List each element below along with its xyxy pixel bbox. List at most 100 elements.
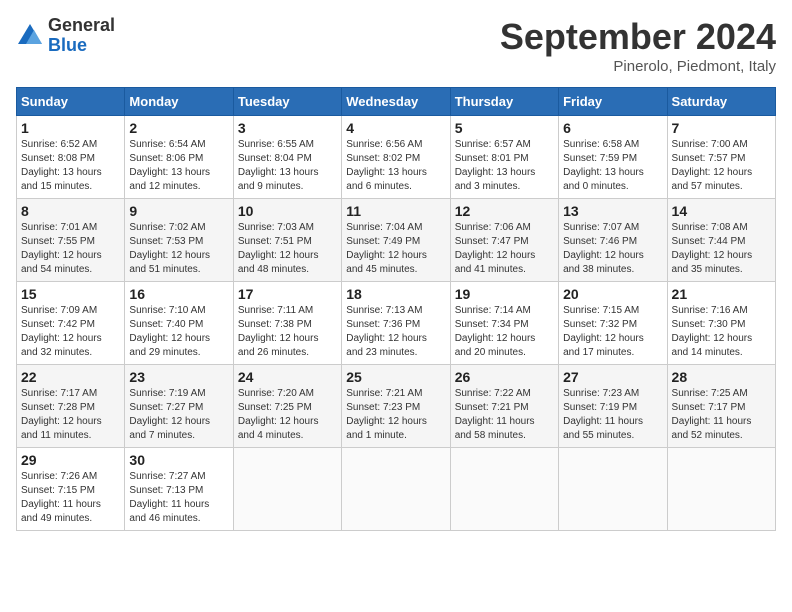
- day-number: 29: [21, 452, 120, 468]
- calendar-cell: 3 Sunrise: 6:55 AM Sunset: 8:04 PM Daylig…: [233, 116, 341, 199]
- calendar-cell: [667, 448, 775, 531]
- day-number: 7: [672, 120, 771, 136]
- day-info: Sunrise: 6:56 AM Sunset: 8:02 PM Dayligh…: [346, 138, 445, 194]
- calendar-table: SundayMondayTuesdayWednesdayThursdayFrid…: [16, 87, 776, 531]
- weekday-header: Saturday: [667, 88, 775, 116]
- day-number: 6: [563, 120, 662, 136]
- header: General Blue September 2024 Pinerolo, Pi…: [16, 16, 776, 75]
- calendar-cell: 13 Sunrise: 7:07 AM Sunset: 7:46 PM Dayli…: [559, 199, 667, 282]
- day-number: 20: [563, 286, 662, 302]
- day-number: 28: [672, 369, 771, 385]
- weekday-header: Monday: [125, 88, 233, 116]
- calendar-body: 1 Sunrise: 6:52 AM Sunset: 8:08 PM Daylig…: [17, 116, 776, 531]
- calendar-cell: [233, 448, 341, 531]
- day-info: Sunrise: 7:23 AM Sunset: 7:19 PM Dayligh…: [563, 387, 662, 443]
- day-number: 22: [21, 369, 120, 385]
- day-info: Sunrise: 6:52 AM Sunset: 8:08 PM Dayligh…: [21, 138, 120, 194]
- day-number: 5: [455, 120, 554, 136]
- day-info: Sunrise: 7:16 AM Sunset: 7:30 PM Dayligh…: [672, 304, 771, 360]
- day-number: 17: [238, 286, 337, 302]
- logo-text: General Blue: [48, 16, 115, 56]
- day-info: Sunrise: 7:01 AM Sunset: 7:55 PM Dayligh…: [21, 221, 120, 277]
- calendar-cell: 22 Sunrise: 7:17 AM Sunset: 7:28 PM Dayli…: [17, 365, 125, 448]
- logo: General Blue: [16, 16, 115, 56]
- logo-icon: [16, 22, 44, 50]
- day-info: Sunrise: 7:13 AM Sunset: 7:36 PM Dayligh…: [346, 304, 445, 360]
- calendar-cell: 4Sunrise: 6:56 AM Sunset: 8:02 PM Daylig…: [342, 116, 450, 199]
- weekday-header: Wednesday: [342, 88, 450, 116]
- calendar-cell: 2 Sunrise: 6:54 AM Sunset: 8:06 PM Daylig…: [125, 116, 233, 199]
- day-info: Sunrise: 7:07 AM Sunset: 7:46 PM Dayligh…: [563, 221, 662, 277]
- day-number: 23: [129, 369, 228, 385]
- calendar-cell: 27 Sunrise: 7:23 AM Sunset: 7:19 PM Dayli…: [559, 365, 667, 448]
- calendar-cell: [559, 448, 667, 531]
- day-info: Sunrise: 7:03 AM Sunset: 7:51 PM Dayligh…: [238, 221, 337, 277]
- calendar-cell: 29 Sunrise: 7:26 AM Sunset: 7:15 PM Dayli…: [17, 448, 125, 531]
- calendar-week-row: 15 Sunrise: 7:09 AM Sunset: 7:42 PM Dayli…: [17, 282, 776, 365]
- day-number: 10: [238, 203, 337, 219]
- day-number: 27: [563, 369, 662, 385]
- day-info: Sunrise: 6:55 AM Sunset: 8:04 PM Dayligh…: [238, 138, 337, 194]
- day-number: 11: [346, 203, 445, 219]
- calendar-cell: 21Sunrise: 7:16 AM Sunset: 7:30 PM Dayli…: [667, 282, 775, 365]
- logo-general-text: General: [48, 16, 115, 36]
- calendar-week-row: 8 Sunrise: 7:01 AM Sunset: 7:55 PM Daylig…: [17, 199, 776, 282]
- day-info: Sunrise: 6:57 AM Sunset: 8:01 PM Dayligh…: [455, 138, 554, 194]
- day-info: Sunrise: 7:26 AM Sunset: 7:15 PM Dayligh…: [21, 470, 120, 526]
- calendar-cell: 1 Sunrise: 6:52 AM Sunset: 8:08 PM Daylig…: [17, 116, 125, 199]
- day-info: Sunrise: 7:09 AM Sunset: 7:42 PM Dayligh…: [21, 304, 120, 360]
- day-info: Sunrise: 7:06 AM Sunset: 7:47 PM Dayligh…: [455, 221, 554, 277]
- day-number: 14: [672, 203, 771, 219]
- weekday-row: SundayMondayTuesdayWednesdayThursdayFrid…: [17, 88, 776, 116]
- calendar-cell: 19Sunrise: 7:14 AM Sunset: 7:34 PM Dayli…: [450, 282, 558, 365]
- day-number: 13: [563, 203, 662, 219]
- calendar-cell: 11 Sunrise: 7:04 AM Sunset: 7:49 PM Dayli…: [342, 199, 450, 282]
- day-info: Sunrise: 7:27 AM Sunset: 7:13 PM Dayligh…: [129, 470, 228, 526]
- day-number: 15: [21, 286, 120, 302]
- calendar-cell: 6 Sunrise: 6:58 AM Sunset: 7:59 PM Daylig…: [559, 116, 667, 199]
- title-area: September 2024 Pinerolo, Piedmont, Italy: [500, 16, 776, 75]
- weekday-header: Tuesday: [233, 88, 341, 116]
- calendar-cell: 28 Sunrise: 7:25 AM Sunset: 7:17 PM Dayli…: [667, 365, 775, 448]
- calendar-cell: 15 Sunrise: 7:09 AM Sunset: 7:42 PM Dayli…: [17, 282, 125, 365]
- day-info: Sunrise: 7:00 AM Sunset: 7:57 PM Dayligh…: [672, 138, 771, 194]
- day-info: Sunrise: 7:25 AM Sunset: 7:17 PM Dayligh…: [672, 387, 771, 443]
- calendar-cell: 7 Sunrise: 7:00 AM Sunset: 7:57 PM Daylig…: [667, 116, 775, 199]
- day-number: 2: [129, 120, 228, 136]
- calendar-cell: 14 Sunrise: 7:08 AM Sunset: 7:44 PM Dayli…: [667, 199, 775, 282]
- weekday-header: Friday: [559, 88, 667, 116]
- location: Pinerolo, Piedmont, Italy: [500, 58, 776, 75]
- calendar-cell: [450, 448, 558, 531]
- day-info: Sunrise: 6:58 AM Sunset: 7:59 PM Dayligh…: [563, 138, 662, 194]
- day-number: 12: [455, 203, 554, 219]
- month-title: September 2024: [500, 16, 776, 58]
- day-number: 16: [129, 286, 228, 302]
- day-info: Sunrise: 7:20 AM Sunset: 7:25 PM Dayligh…: [238, 387, 337, 443]
- day-number: 18: [346, 286, 445, 302]
- logo-blue-text: Blue: [48, 36, 115, 56]
- day-info: Sunrise: 7:02 AM Sunset: 7:53 PM Dayligh…: [129, 221, 228, 277]
- day-number: 19: [455, 286, 554, 302]
- calendar-week-row: 29 Sunrise: 7:26 AM Sunset: 7:15 PM Dayli…: [17, 448, 776, 531]
- calendar-cell: 25Sunrise: 7:21 AM Sunset: 7:23 PM Dayli…: [342, 365, 450, 448]
- day-number: 25: [346, 369, 445, 385]
- weekday-header: Sunday: [17, 88, 125, 116]
- calendar-cell: 23Sunrise: 7:19 AM Sunset: 7:27 PM Dayli…: [125, 365, 233, 448]
- day-number: 8: [21, 203, 120, 219]
- day-info: Sunrise: 7:15 AM Sunset: 7:32 PM Dayligh…: [563, 304, 662, 360]
- day-info: Sunrise: 7:08 AM Sunset: 7:44 PM Dayligh…: [672, 221, 771, 277]
- day-number: 9: [129, 203, 228, 219]
- calendar-cell: 10 Sunrise: 7:03 AM Sunset: 7:51 PM Dayli…: [233, 199, 341, 282]
- calendar-cell: 20 Sunrise: 7:15 AM Sunset: 7:32 PM Dayli…: [559, 282, 667, 365]
- day-info: Sunrise: 6:54 AM Sunset: 8:06 PM Dayligh…: [129, 138, 228, 194]
- day-info: Sunrise: 7:10 AM Sunset: 7:40 PM Dayligh…: [129, 304, 228, 360]
- calendar-cell: [342, 448, 450, 531]
- calendar-cell: 24Sunrise: 7:20 AM Sunset: 7:25 PM Dayli…: [233, 365, 341, 448]
- calendar-cell: 12 Sunrise: 7:06 AM Sunset: 7:47 PM Dayli…: [450, 199, 558, 282]
- day-number: 1: [21, 120, 120, 136]
- calendar-cell: 8 Sunrise: 7:01 AM Sunset: 7:55 PM Daylig…: [17, 199, 125, 282]
- day-info: Sunrise: 7:04 AM Sunset: 7:49 PM Dayligh…: [346, 221, 445, 277]
- day-number: 3: [238, 120, 337, 136]
- day-info: Sunrise: 7:17 AM Sunset: 7:28 PM Dayligh…: [21, 387, 120, 443]
- day-number: 30: [129, 452, 228, 468]
